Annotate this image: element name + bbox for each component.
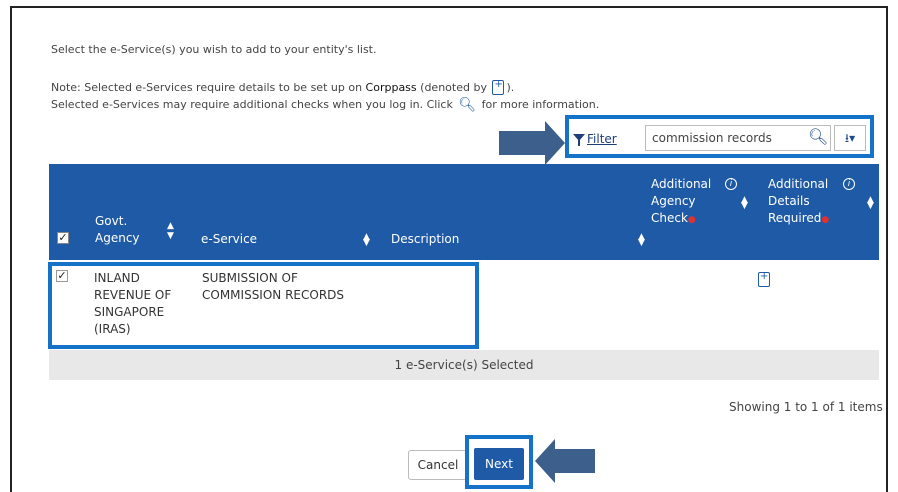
pagination-info: Showing 1 to 1 of 1 items (729, 400, 883, 414)
selected-summary: 1 e-Service(s) Selected (49, 350, 879, 380)
search-icon[interactable]: 🔍︎ (808, 127, 828, 146)
note-end: ). (506, 81, 515, 94)
note-suffix: (denoted by (420, 81, 487, 94)
document-add-icon[interactable] (758, 271, 770, 287)
header-additional-details-label: Additional Details Required (768, 177, 829, 225)
intro-text: Select the e-Service(s) you wish to add … (51, 43, 377, 56)
info-icon[interactable]: i (843, 178, 855, 190)
arrow-left-next (535, 439, 595, 483)
sort-icon[interactable]: ▲ ▼ (867, 196, 874, 211)
cancel-button[interactable]: Cancel (408, 450, 468, 480)
table-header: ✓ Govt. Agency ▲ ▼ e-Service ▲ ▼ Descripti… (49, 164, 879, 260)
note2-prefix: Selected e-Services may require addition… (51, 98, 453, 111)
required-marker: ● (821, 215, 830, 225)
magnifier-plus-icon[interactable]: 🔍︎ (458, 97, 476, 113)
note-prefix: Note: Selected e-Services require detail… (51, 81, 363, 94)
sort-icon[interactable]: ▲ ▼ (363, 233, 370, 248)
header-additional-check[interactable]: Additional Agency Check● (651, 176, 726, 229)
header-eservice[interactable]: e-Service (201, 231, 257, 248)
next-button[interactable]: Next (474, 448, 524, 480)
note2-suffix: for more information. (481, 98, 600, 111)
filter-link[interactable]: Filter (587, 132, 617, 146)
sort-icon[interactable]: ▲ ▼ (167, 221, 174, 241)
required-marker: ● (687, 215, 696, 225)
header-agency[interactable]: Govt. Agency (95, 213, 155, 247)
sort-icon[interactable]: ▲ ▼ (638, 233, 645, 248)
filter-icon[interactable] (573, 134, 585, 146)
sort-icon[interactable]: ▲ ▼ (741, 196, 748, 211)
header-description[interactable]: Description (391, 231, 459, 248)
note-line-1: Note: Selected e-Services require detail… (51, 79, 515, 95)
search-input[interactable]: commission records (645, 125, 831, 151)
export-dropdown-button[interactable]: ⭳▾ (834, 125, 866, 151)
row-highlight (48, 262, 479, 349)
note-line-2: Selected e-Services may require addition… (51, 97, 599, 113)
header-additional-check-label: Additional Agency Check (651, 177, 712, 225)
select-all-checkbox[interactable]: ✓ (57, 232, 69, 244)
document-add-icon (492, 79, 505, 95)
header-additional-details[interactable]: Additional Details Required● (768, 176, 848, 229)
arrow-right-toolbar (499, 121, 565, 165)
corppass-label: Corppass (365, 81, 417, 94)
info-icon[interactable]: i (725, 178, 737, 190)
